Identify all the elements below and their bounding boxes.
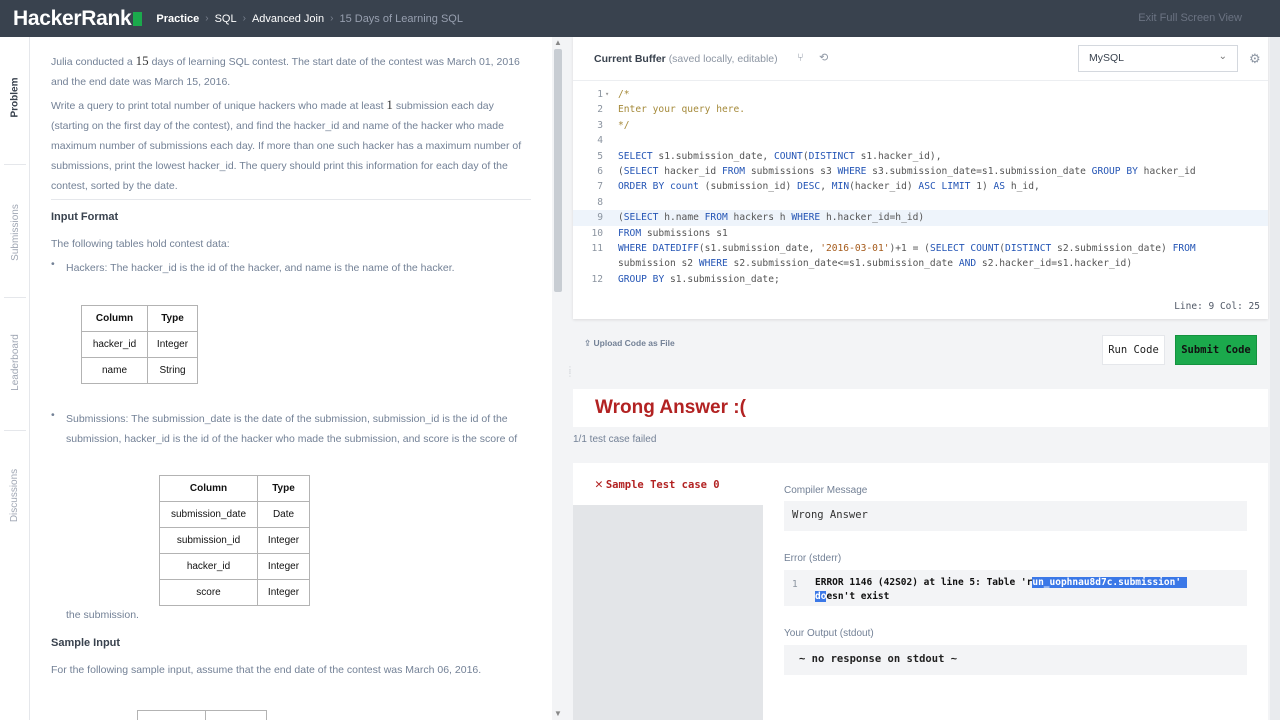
breadcrumb: Practice › SQL › Advanced Join › 15 Days… [156, 13, 463, 25]
crumb-practice[interactable]: Practice [156, 13, 199, 25]
output-box: ~ no response on stdout ~ [784, 645, 1247, 675]
crumb-advanced-join[interactable]: Advanced Join [252, 13, 324, 25]
upload-code-link[interactable]: ⇪ Upload Code as File [584, 338, 675, 349]
submissions-table: Column Type submission_date Date submissio… [159, 475, 310, 606]
submissions-description: Submissions: The submission_date is the … [66, 413, 518, 445]
run-code-button[interactable]: Run Code [1102, 335, 1165, 365]
submit-code-button[interactable]: Submit Code [1175, 335, 1257, 365]
crumb-sql[interactable]: SQL [215, 13, 237, 25]
tab-leaderboard[interactable]: Leaderboard [0, 322, 30, 402]
history-icon[interactable]: ⟲ [819, 51, 828, 64]
table-row: name String [81, 357, 198, 384]
chevron-down-icon: ⌄ [1218, 51, 1227, 62]
test-case-tab[interactable]: ✕ Sample Test case 0 [595, 477, 720, 492]
close-icon: ✕ [595, 477, 603, 492]
chevron-right-icon: › [330, 13, 334, 24]
sample-input-text: For the following sample input, assume t… [51, 664, 482, 676]
problem-paragraph-1: Julia conducted a 15 days of learning SQ… [51, 53, 520, 88]
error-label: Error (stderr) [784, 553, 842, 564]
code-area[interactable]: 1 ▾/* 2 Enter your query here. 3 */ 4 5 SELE… [573, 87, 1268, 287]
upload-icon: ⇪ [584, 338, 592, 348]
tab-submissions[interactable]: Submissions [0, 192, 30, 272]
branch-icon[interactable]: ⑂ [797, 52, 804, 64]
editor-header: Current Buffer (saved locally, editable)… [573, 37, 1268, 81]
crumb-challenge: 15 Days of Learning SQL [339, 12, 463, 25]
result-summary: 1/1 test case failed [573, 434, 657, 445]
tables-intro: The following tables hold contest data: [51, 238, 230, 250]
tab-problem[interactable]: Problem [0, 67, 30, 127]
result-panel: ✕ Sample Test case 0 Compiler Message Wro… [573, 463, 1268, 720]
resize-handle[interactable]: ⋮ ⋮ [566, 366, 574, 378]
buffer-title: Current Buffer (saved locally, editable) [594, 53, 778, 65]
cursor-position: Line: 9 Col: 25 [1174, 301, 1260, 312]
problem-pane: Julia conducted a 15 days of learning SQ… [30, 37, 552, 720]
table-row: score Integer [159, 579, 310, 606]
tab-discussions[interactable]: Discussions [0, 455, 30, 535]
active-line: 9 (SELECT h.name FROM hackers h WHERE h.h… [573, 210, 1268, 226]
chevron-right-icon: › [205, 13, 209, 24]
table-row: submission_id Integer [159, 527, 310, 554]
problem-paragraph-2: Write a query to print total number of u… [51, 97, 522, 192]
hackers-table: Column Type hacker_id Integer name String [81, 305, 198, 384]
test-case-list [573, 505, 763, 720]
side-tabs: Problem Submissions Leaderboard Discussi… [0, 37, 30, 720]
compiler-message-box: Wrong Answer [784, 501, 1247, 531]
table-row: hacker_id Integer [81, 331, 198, 358]
table-row: submission_date Date [159, 501, 310, 528]
result-title: Wrong Answer :( [595, 397, 746, 418]
settings-gear-icon[interactable]: ⚙ [1249, 51, 1261, 67]
input-format-heading: Input Format [51, 211, 119, 223]
chevron-right-icon: › [242, 13, 246, 24]
output-label: Your Output (stdout) [784, 628, 874, 639]
sample-input-heading: Sample Input [51, 637, 121, 649]
code-editor-panel: Current Buffer (saved locally, editable)… [573, 37, 1268, 319]
language-select[interactable]: MySQL ⌄ [1078, 45, 1238, 72]
sample-table-top [137, 710, 267, 720]
hackerrank-logo[interactable]: HackerRank [13, 7, 143, 31]
problem-scrollbar[interactable]: ▲ ▼ [552, 37, 566, 720]
submissions-tail: the submission. [66, 609, 139, 621]
hackers-description: Hackers: The hacker_id is the id of the … [66, 262, 455, 274]
table-row: hacker_id Integer [159, 553, 310, 580]
compiler-message-label: Compiler Message [784, 485, 868, 496]
error-text: ERROR 1146 (42S02) at line 5: Table 'run… [815, 577, 1187, 588]
top-bar: HackerRank Practice › SQL › Advanced Joi… [0, 0, 1280, 37]
error-box: 1 ERROR 1146 (42S02) at line 5: Table 'r… [784, 570, 1247, 606]
page-scrollbar[interactable] [1270, 37, 1280, 720]
exit-fullscreen-link[interactable]: Exit Full Screen View [1138, 12, 1242, 24]
